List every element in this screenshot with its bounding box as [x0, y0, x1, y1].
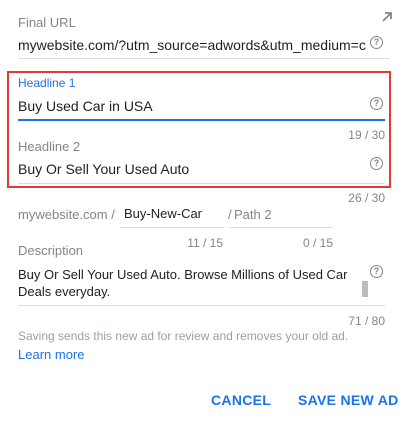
path1-underline [120, 227, 224, 228]
description-underline [18, 305, 385, 306]
headline2-input[interactable]: Buy Or Sell Your Used Auto [18, 161, 189, 177]
headline1-input[interactable]: Buy Used Car in USA [18, 98, 153, 114]
learn-more-link[interactable]: Learn more [18, 347, 84, 362]
description-textarea[interactable]: Buy Or Sell Your Used Auto. Browse Milli… [18, 266, 362, 300]
display-url-base: mywebsite.com / [18, 207, 115, 222]
final-url-label: Final URL [18, 15, 76, 30]
headline2-char-counter: 26 / 30 [348, 191, 385, 205]
headline1-label: Headline 1 [18, 76, 76, 90]
path1-input[interactable]: Buy-New-Car [124, 206, 202, 221]
help-circle-icon[interactable]: ? [370, 36, 383, 49]
final-url-underline [18, 58, 390, 59]
path2-underline [229, 227, 333, 228]
path1-char-counter: 11 / 15 [187, 236, 223, 250]
headline1-char-counter: 19 / 30 [348, 128, 385, 142]
headline2-label: Headline 2 [18, 139, 81, 154]
path2-input[interactable]: Path 2 [234, 207, 272, 222]
description-scrollbar[interactable] [362, 281, 368, 297]
final-url-input[interactable]: mywebsite.com/?utm_source=adwords&utm_me… [18, 37, 366, 53]
help-circle-icon[interactable]: ? [370, 97, 383, 110]
expand-arrow-icon[interactable] [379, 9, 395, 25]
headline1-underline-active [18, 119, 385, 121]
save-new-ad-button[interactable]: SAVE NEW AD [298, 392, 399, 408]
description-char-counter: 71 / 80 [348, 314, 385, 328]
headline2-underline [18, 183, 385, 184]
help-circle-icon[interactable]: ? [370, 265, 383, 278]
description-label: Description [18, 243, 84, 258]
path-separator: / [228, 207, 232, 222]
help-circle-icon[interactable]: ? [370, 157, 383, 170]
path2-char-counter: 0 / 15 [302, 236, 333, 250]
cancel-button[interactable]: CANCEL [211, 392, 271, 408]
review-notice: Saving sends this new ad for review and … [18, 329, 349, 343]
